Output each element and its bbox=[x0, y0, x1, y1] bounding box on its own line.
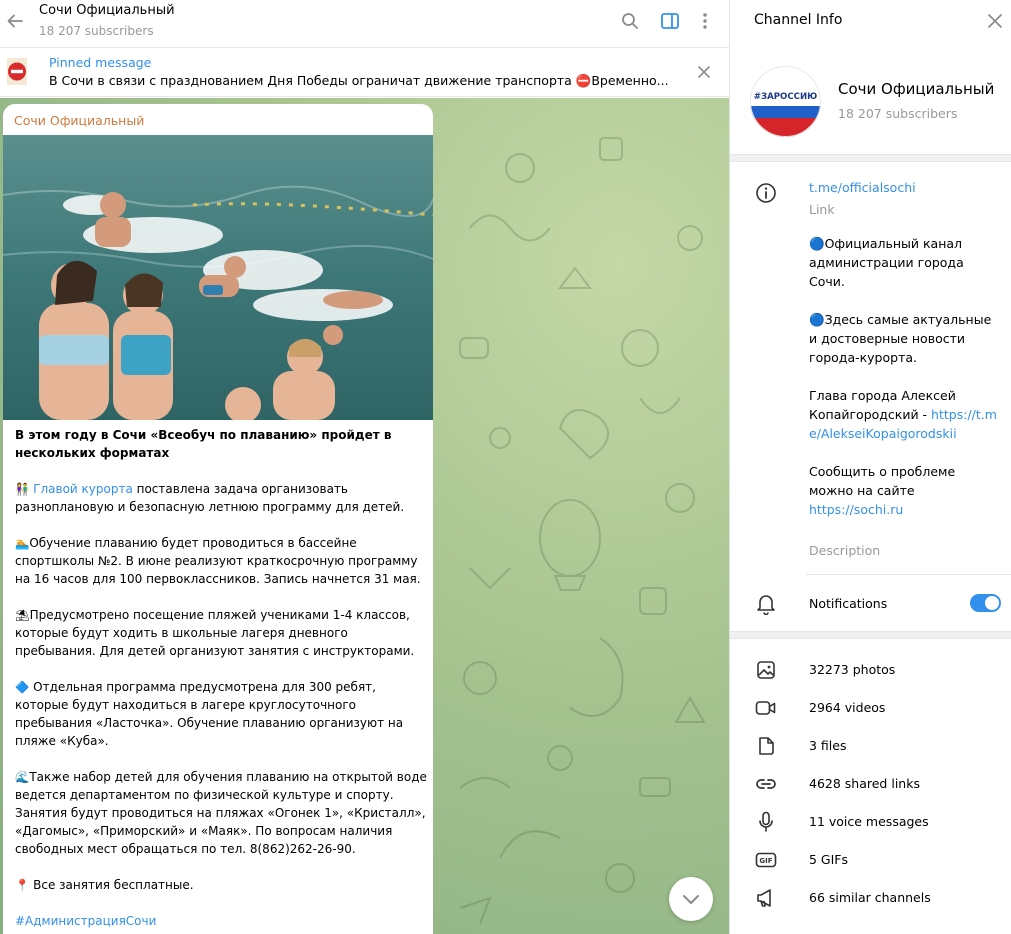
post-paragraph-6: 📍 Все занятия бесплатные. bbox=[15, 876, 427, 894]
media-files-row[interactable]: 3 files bbox=[730, 727, 1011, 765]
description-paragraph-2: 🔵Здесь самые актуальные и достоверные но… bbox=[809, 312, 992, 365]
toggle-sidebar-button[interactable] bbox=[659, 10, 681, 32]
section-divider bbox=[730, 154, 1011, 162]
close-icon bbox=[698, 66, 710, 78]
photo-icon bbox=[754, 658, 778, 682]
gif-icon: GIF bbox=[754, 848, 778, 872]
russian-flag-logo: #ЗАРОССИЮ bbox=[750, 66, 821, 137]
post-paragraph-4: 🔷 Отдельная программа предусмотрена для … bbox=[15, 678, 427, 750]
telegram-window: Сочи Официальный 18 207 subscribers Pinn… bbox=[0, 0, 1011, 934]
swimmer-emoji: 🏊 bbox=[15, 536, 30, 550]
search-icon bbox=[622, 13, 638, 29]
avatar-text: #ЗАРОССИЮ bbox=[754, 92, 817, 102]
channel-info-panel: Channel Info #ЗАРОССИЮ Сочи Официальный … bbox=[729, 0, 1011, 934]
post-paragraph-3-text: Предусмотрено посещение пляжей учениками… bbox=[15, 608, 415, 658]
beach-umbrella-emoji: ⛱ bbox=[15, 608, 30, 622]
microphone-icon bbox=[754, 810, 778, 834]
pinned-title: Pinned message bbox=[49, 55, 152, 70]
post-paragraph-5: 🌊Также набор детей для обучения плаванию… bbox=[15, 768, 427, 858]
media-voice-label: 11 voice messages bbox=[809, 814, 929, 829]
post-author[interactable]: Сочи Официальный bbox=[14, 113, 144, 128]
media-voice-row[interactable]: 11 voice messages bbox=[730, 803, 1011, 841]
channel-name: Сочи Официальный bbox=[838, 80, 995, 98]
media-links-label: 4628 shared links bbox=[809, 776, 920, 791]
toggle-knob bbox=[985, 596, 999, 610]
more-vertical-icon bbox=[703, 13, 707, 29]
post-paragraph-1: 👫 Главой курорта поставлена задача орган… bbox=[15, 480, 427, 516]
media-links-row[interactable]: 4628 shared links bbox=[730, 765, 1011, 803]
post-paragraph-5-text: Также набор детей для обучения плаванию … bbox=[15, 770, 427, 856]
arrow-left-icon bbox=[7, 14, 23, 28]
sidebar-icon bbox=[661, 13, 679, 29]
media-videos-label: 2964 videos bbox=[809, 700, 886, 715]
post-text: В этом году в Сочи «Всеобуч по плаванию»… bbox=[15, 426, 427, 934]
chat-subscribers: 18 207 subscribers bbox=[39, 24, 154, 38]
hashtag-link[interactable]: #АдминистрацияСочи bbox=[15, 912, 427, 930]
info-icon bbox=[754, 181, 778, 205]
info-title: Channel Info bbox=[754, 12, 843, 28]
media-videos-row[interactable]: 2964 videos bbox=[730, 689, 1011, 727]
message-bubble[interactable]: Сочи Официальный В этом году в Сочи «Все… bbox=[3, 104, 433, 934]
pinned-thumbnail bbox=[7, 58, 27, 85]
close-icon bbox=[988, 14, 1002, 28]
close-info-button[interactable] bbox=[984, 10, 1006, 32]
post-paragraph-3: ⛱Предусмотрено посещение пляжей ученикам… bbox=[15, 606, 427, 660]
megaphone-icon bbox=[754, 886, 778, 910]
search-button[interactable] bbox=[619, 10, 641, 32]
post-paragraph-4-text: Отдельная программа предусмотрена для 30… bbox=[15, 680, 404, 748]
swimming-photo bbox=[3, 135, 433, 420]
description-paragraph-4-text: Сообщить о проблеме можно на сайте bbox=[809, 464, 956, 498]
link-label: Link bbox=[809, 202, 835, 217]
couple-emoji: 👫 bbox=[15, 482, 30, 496]
media-gifs-label: 5 GIFs bbox=[809, 852, 849, 867]
bell-icon bbox=[754, 592, 778, 616]
video-icon bbox=[754, 696, 778, 720]
media-photos-row[interactable]: 32273 photos bbox=[730, 651, 1011, 689]
description-paragraph-4: Сообщить о проблеме можно на сайте https… bbox=[809, 462, 999, 519]
description-paragraph-1: 🔵Официальный канал администрации города … bbox=[809, 236, 964, 289]
chat-panel: Сочи Официальный 18 207 subscribers Pinn… bbox=[0, 0, 729, 934]
media-similar-row[interactable]: 66 similar channels bbox=[730, 879, 1011, 917]
chat-header: Сочи Официальный 18 207 subscribers bbox=[0, 0, 729, 48]
blue-diamond-emoji: 🔷 bbox=[15, 680, 30, 694]
website-link[interactable]: https://sochi.ru bbox=[809, 502, 903, 517]
media-photos-label: 32273 photos bbox=[809, 662, 896, 677]
post-paragraph-6-text: Все занятия бесплатные. bbox=[29, 878, 194, 892]
pin-emoji: 📍 bbox=[15, 878, 30, 892]
media-files-label: 3 files bbox=[809, 738, 847, 753]
back-button[interactable] bbox=[3, 7, 27, 35]
section-divider bbox=[730, 631, 1011, 639]
file-icon bbox=[754, 734, 778, 758]
pinned-text: В Сочи в связи с празднованием Дня Побед… bbox=[49, 73, 669, 88]
media-similar-label: 66 similar channels bbox=[809, 890, 931, 905]
channel-avatar[interactable]: #ЗАРОССИЮ bbox=[750, 66, 821, 137]
post-paragraph-2-text: Обучение плаванию будет проводиться в ба… bbox=[15, 536, 421, 586]
post-photo[interactable] bbox=[3, 135, 433, 420]
notifications-label: Notifications bbox=[809, 596, 888, 611]
channel-subscribers: 18 207 subscribers bbox=[838, 106, 958, 121]
divider bbox=[806, 574, 1011, 575]
media-gifs-row[interactable]: GIF 5 GIFs bbox=[730, 841, 1011, 879]
post-paragraph-2: 🏊Обучение плаванию будет проводиться в б… bbox=[15, 534, 427, 588]
notifications-toggle[interactable] bbox=[970, 594, 1001, 612]
description-label: Description bbox=[809, 543, 881, 558]
post-headline: В этом году в Сочи «Всеобуч по плаванию»… bbox=[15, 428, 392, 460]
channel-description: 🔵Официальный канал администрации города … bbox=[809, 234, 999, 538]
svg-text:GIF: GIF bbox=[759, 857, 772, 865]
link-icon bbox=[754, 772, 778, 796]
close-pinned-button[interactable] bbox=[694, 62, 714, 82]
description-paragraph-3: Глава города Алексей Копайгородский - ht… bbox=[809, 386, 999, 443]
channel-link[interactable]: t.me/officialsochi bbox=[809, 180, 916, 195]
chevron-down-icon bbox=[683, 895, 699, 904]
chat-title[interactable]: Сочи Официальный bbox=[39, 3, 175, 18]
head-of-resort-link[interactable]: Главой курорта bbox=[33, 482, 133, 496]
scroll-down-button[interactable] bbox=[669, 877, 713, 921]
more-button[interactable] bbox=[694, 10, 716, 32]
wave-emoji: 🌊 bbox=[15, 770, 30, 784]
